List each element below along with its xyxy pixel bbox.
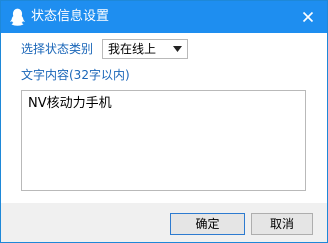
ok-button[interactable]: 确定 — [170, 213, 245, 235]
close-icon[interactable] — [295, 5, 321, 29]
cancel-button[interactable]: 取消 — [251, 213, 313, 235]
status-category-label: 选择状态类别 — [21, 42, 94, 56]
dialog-footer: 确定 取消 — [1, 203, 327, 242]
status-category-select[interactable]: 我在线上 — [102, 39, 188, 59]
text-content-value: NV核动力手机 — [28, 96, 112, 111]
status-category-value: 我在线上 — [108, 42, 157, 56]
text-content-input[interactable]: NV核动力手机 — [21, 90, 306, 191]
qq-penguin-icon — [10, 8, 25, 26]
window-title: 状态信息设置 — [31, 9, 110, 24]
title-bar[interactable]: 状态信息设置 — [1, 1, 327, 33]
chevron-down-icon — [173, 46, 182, 52]
text-content-label: 文字内容(32字以内) — [21, 68, 130, 82]
status-info-dialog: 状态信息设置 选择状态类别 我在线上 文字内容(32字以内) NV核动力手机 确… — [0, 0, 328, 243]
